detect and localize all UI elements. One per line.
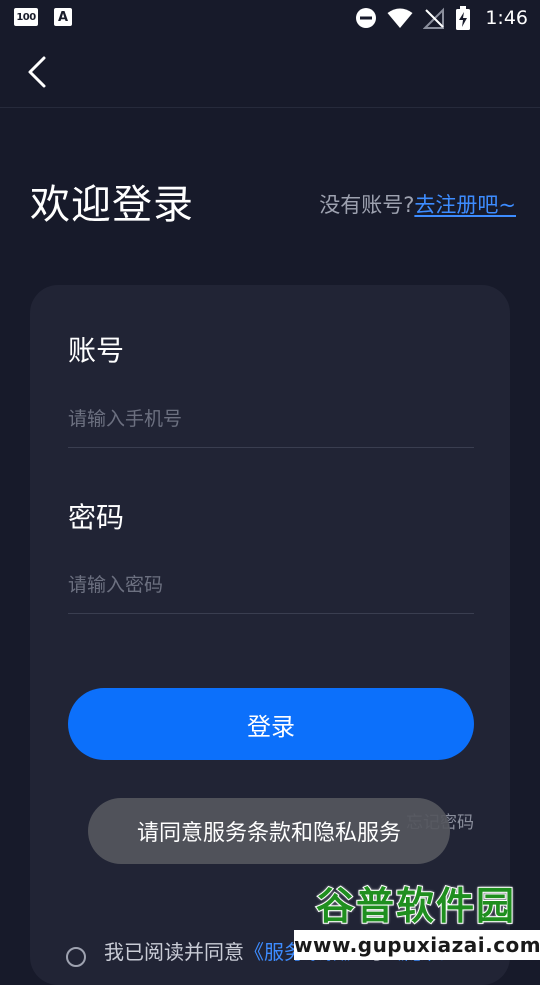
font-notification-icon: A bbox=[54, 8, 72, 26]
no-account-text: 没有账号? bbox=[319, 193, 415, 217]
register-prompt: 没有账号?去注册吧~ bbox=[319, 190, 516, 220]
top-app-bar bbox=[0, 36, 540, 108]
badge-a-label: A bbox=[57, 9, 69, 25]
account-input[interactable] bbox=[68, 397, 474, 448]
badge-100-label: 100 bbox=[16, 11, 36, 23]
toast-text: 请同意服务条款和隐私服务 bbox=[136, 821, 401, 846]
password-input[interactable] bbox=[68, 563, 474, 614]
watermark-logo: 谷普软件园 bbox=[315, 883, 516, 929]
clock: 1:46 bbox=[485, 7, 528, 29]
back-button[interactable] bbox=[18, 52, 58, 92]
status-bar: 100 A 1:46 bbox=[0, 0, 540, 36]
page-title: 欢迎登录 bbox=[30, 182, 194, 228]
battery-charging-icon bbox=[456, 6, 471, 30]
status-icons: 1:46 bbox=[355, 4, 528, 32]
do-not-disturb-icon bbox=[356, 8, 377, 28]
site-watermark: 谷普软件园 www.gupuxiazai.com bbox=[294, 874, 540, 960]
no-signal-icon bbox=[423, 7, 445, 29]
password-label: 密码 bbox=[68, 501, 125, 534]
wifi-icon bbox=[387, 8, 413, 28]
watermark-url: www.gupuxiazai.com bbox=[294, 930, 540, 960]
agree-checkbox[interactable] bbox=[66, 947, 86, 967]
chevron-left-icon bbox=[28, 56, 46, 88]
agreement-prefix: 我已阅读并同意 bbox=[104, 939, 244, 964]
register-link[interactable]: 去注册吧~ bbox=[414, 193, 516, 217]
toast-message: 请同意服务条款和隐私服务 bbox=[88, 798, 450, 864]
login-button[interactable]: 登录 bbox=[68, 688, 474, 760]
battery-saver-badge: 100 bbox=[14, 8, 38, 26]
account-label: 账号 bbox=[68, 334, 125, 367]
